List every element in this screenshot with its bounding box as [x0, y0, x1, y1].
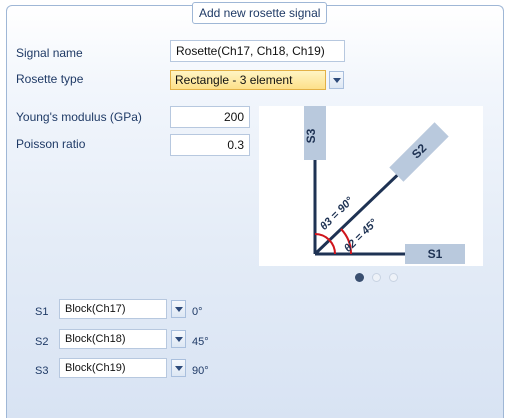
pager-dot-2[interactable]: [372, 273, 381, 282]
channel-s2-field[interactable]: Block(Ch18): [59, 329, 167, 349]
rosette-diagram-svg: S3 S1 S2 θ3 = 90° θ2 = 45°: [304, 102, 465, 264]
pager-dot-1[interactable]: [355, 273, 364, 282]
rosette-type-dropdown-button[interactable]: [329, 71, 344, 89]
channel-s1-label: S1: [35, 306, 49, 318]
channel-s1-field[interactable]: Block(Ch17): [59, 299, 167, 319]
channel-s2-angle: 45°: [192, 336, 209, 348]
signal-name-field[interactable]: Rosette(Ch17, Ch18, Ch19): [170, 40, 345, 62]
channel-s3-dropdown-button[interactable]: [171, 359, 186, 377]
poisson-ratio-field[interactable]: 0.3: [170, 134, 250, 156]
pager-dot-3[interactable]: [389, 273, 398, 282]
channel-s3-label: S3: [35, 365, 49, 377]
poisson-ratio-label: Poisson ratio: [16, 137, 86, 151]
youngs-modulus-field[interactable]: 200: [170, 106, 250, 128]
signal-name-label: Signal name: [16, 46, 83, 60]
channel-s2-label: S2: [35, 336, 49, 348]
channel-s2-dropdown-button[interactable]: [171, 330, 186, 348]
rosette-type-select[interactable]: Rectangle - 3 element: [170, 70, 326, 90]
channel-s1-angle: 0°: [192, 306, 203, 318]
dialog-title: Add new rosette signal: [192, 2, 328, 24]
rosette-diagram: S3 S1 S2 θ3 = 90° θ2 = 45°: [259, 102, 483, 266]
channel-s3-angle: 90°: [192, 365, 209, 377]
theta3-label: θ3 = 90°: [318, 195, 356, 233]
gauge-s3-label: S3: [304, 128, 318, 143]
rosette-type-label: Rosette type: [16, 72, 84, 86]
channel-s3-field[interactable]: Block(Ch19): [59, 358, 167, 378]
rosette-signal-panel: Add new rosette signal Signal name Roset…: [6, 2, 504, 418]
gauge-s1-label: S1: [428, 247, 443, 261]
channel-s1-dropdown-button[interactable]: [171, 300, 186, 318]
youngs-modulus-label: Young's modulus (GPa): [16, 110, 142, 124]
